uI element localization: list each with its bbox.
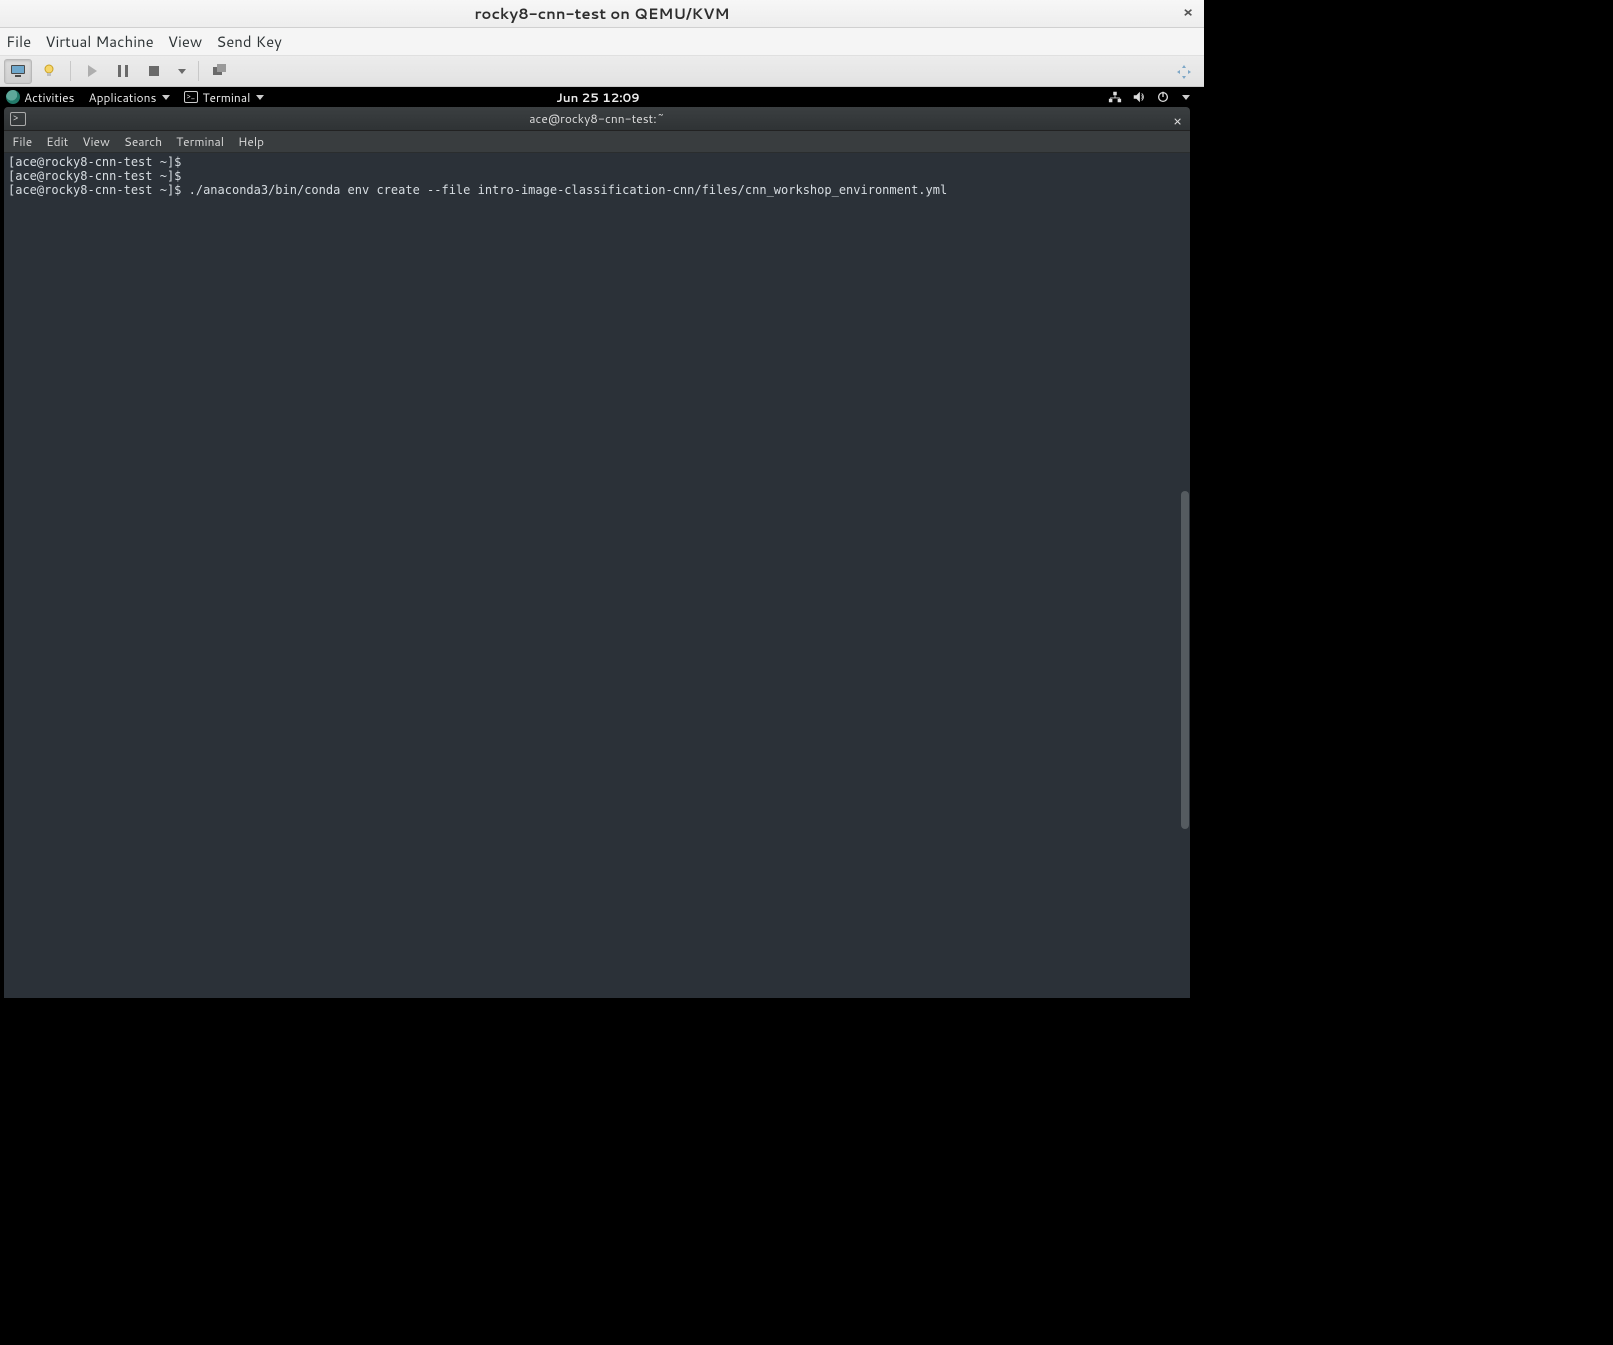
terminal-line: [ace@rocky8-cnn-test ~]$ [8, 155, 181, 169]
terminal-menu-edit[interactable]: Edit [46, 133, 68, 150]
terminal-line: [ace@rocky8-cnn-test ~]$ [8, 169, 181, 183]
terminal-menubar: File Edit View Search Terminal Help [4, 131, 1190, 153]
terminal-titlebar[interactable]: ace@rocky8-cnn-test:~ × [4, 107, 1190, 131]
chevron-down-icon[interactable] [1182, 95, 1190, 100]
activities-label: Activities [24, 89, 75, 106]
vm-menu-virtual-machine[interactable]: Virtual Machine [45, 31, 154, 52]
terminal-menu-terminal[interactable]: Terminal [176, 133, 224, 150]
console-view-button[interactable] [4, 59, 32, 84]
guest-display[interactable]: Activities Applications Terminal Jun 25 … [0, 87, 1204, 1004]
details-view-button[interactable] [35, 59, 63, 84]
chevron-down-icon [256, 95, 264, 100]
terminal-body[interactable]: [ace@rocky8-cnn-test ~]$ [ace@rocky8-cnn… [4, 153, 1190, 998]
terminal-icon [10, 112, 26, 126]
toolbar-separator [198, 61, 199, 81]
clock[interactable]: Jun 25 12:09 [556, 89, 640, 106]
scrollbar[interactable] [1180, 153, 1190, 998]
monitor-icon [10, 63, 26, 79]
fullscreen-button[interactable] [1170, 59, 1198, 84]
chevron-down-icon [162, 95, 170, 100]
applications-menu[interactable]: Applications [89, 89, 171, 106]
vm-window-title: rocky8-cnn-test on QEMU/KVM [475, 3, 730, 24]
terminal-menu-view[interactable]: View [82, 133, 110, 150]
power-icon[interactable] [1156, 90, 1170, 104]
volume-icon[interactable] [1132, 90, 1146, 104]
terminal-icon [184, 91, 198, 103]
app-menu-label: Terminal [202, 89, 250, 106]
snapshots-button[interactable] [206, 59, 234, 84]
terminal-menu-help[interactable]: Help [238, 133, 264, 150]
app-menu-terminal[interactable]: Terminal [184, 89, 264, 106]
pause-icon [115, 63, 131, 79]
applications-label: Applications [89, 89, 157, 106]
play-icon [84, 63, 100, 79]
vm-toolbar [0, 56, 1204, 87]
terminal-menu-file[interactable]: File [12, 133, 32, 150]
shutdown-button[interactable] [140, 59, 168, 84]
gnome-top-bar: Activities Applications Terminal Jun 25 … [0, 87, 1196, 107]
shutdown-menu-button[interactable] [171, 59, 191, 84]
vm-menu-file[interactable]: File [6, 31, 31, 52]
stop-icon [146, 63, 162, 79]
toolbar-separator [70, 61, 71, 81]
close-icon[interactable]: × [1173, 111, 1182, 131]
fullscreen-icon [1176, 64, 1192, 80]
vm-menu-send-key[interactable]: Send Key [216, 31, 282, 52]
play-button [78, 59, 106, 84]
terminal-window: ace@rocky8-cnn-test:~ × File Edit View S… [4, 107, 1190, 998]
close-icon[interactable]: × [1180, 5, 1196, 21]
network-icon[interactable] [1108, 90, 1122, 104]
terminal-menu-search[interactable]: Search [124, 133, 162, 150]
pause-button[interactable] [109, 59, 137, 84]
activities-button[interactable]: Activities [6, 89, 75, 106]
vm-menu-view[interactable]: View [168, 31, 203, 52]
scrollbar-thumb[interactable] [1181, 491, 1189, 829]
vm-menubar: File Virtual Machine View Send Key [0, 28, 1204, 56]
activities-icon [6, 90, 20, 104]
vm-titlebar[interactable]: rocky8-cnn-test on QEMU/KVM × [0, 0, 1204, 28]
terminal-title: ace@rocky8-cnn-test:~ [529, 110, 665, 127]
snapshots-icon [212, 63, 228, 79]
bulb-icon [41, 63, 57, 79]
chevron-down-icon [178, 69, 186, 74]
terminal-line: [ace@rocky8-cnn-test ~]$ ./anaconda3/bin… [8, 183, 947, 197]
